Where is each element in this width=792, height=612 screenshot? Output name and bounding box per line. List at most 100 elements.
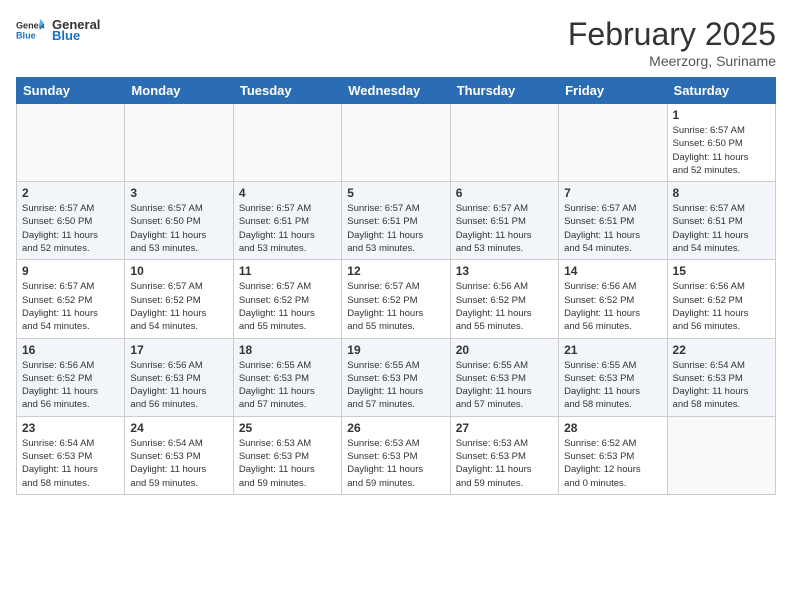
day-info: Sunrise: 6:55 AM Sunset: 6:53 PM Dayligh… xyxy=(347,359,444,412)
day-number: 25 xyxy=(239,421,336,435)
calendar-day-cell: 2 Sunrise: 6:57 AM Sunset: 6:50 PM Daylig… xyxy=(17,182,125,260)
calendar-day-cell: 5Sunrise: 6:57 AM Sunset: 6:51 PM Daylig… xyxy=(342,182,450,260)
calendar-day-cell xyxy=(559,104,667,182)
day-info: Sunrise: 6:54 AM Sunset: 6:53 PM Dayligh… xyxy=(22,437,119,490)
day-info: Sunrise: 6:57 AM Sunset: 6:52 PM Dayligh… xyxy=(22,280,119,333)
day-number: 18 xyxy=(239,343,336,357)
calendar-day-cell: 7 Sunrise: 6:57 AM Sunset: 6:51 PM Daylig… xyxy=(559,182,667,260)
col-sunday: Sunday xyxy=(17,78,125,104)
day-info: Sunrise: 6:52 AM Sunset: 6:53 PM Dayligh… xyxy=(564,437,661,490)
day-number: 14 xyxy=(564,264,661,278)
calendar-week-row: 1Sunrise: 6:57 AM Sunset: 6:50 PM Daylig… xyxy=(17,104,776,182)
col-tuesday: Tuesday xyxy=(233,78,341,104)
day-number: 21 xyxy=(564,343,661,357)
day-info: Sunrise: 6:57 AM Sunset: 6:51 PM Dayligh… xyxy=(564,202,661,255)
calendar-day-cell: 28 Sunrise: 6:52 AM Sunset: 6:53 PM Dayli… xyxy=(559,416,667,494)
month-title: February 2025 xyxy=(568,16,776,53)
calendar-day-cell: 12 Sunrise: 6:57 AM Sunset: 6:52 PM Dayli… xyxy=(342,260,450,338)
col-friday: Friday xyxy=(559,78,667,104)
day-info: Sunrise: 6:54 AM Sunset: 6:53 PM Dayligh… xyxy=(673,359,770,412)
day-number: 2 xyxy=(22,186,119,200)
calendar-day-cell: 21 Sunrise: 6:55 AM Sunset: 6:53 PM Dayli… xyxy=(559,338,667,416)
day-number: 27 xyxy=(456,421,553,435)
day-number: 11 xyxy=(239,264,336,278)
calendar-week-row: 16Sunrise: 6:56 AM Sunset: 6:52 PM Dayli… xyxy=(17,338,776,416)
calendar-day-cell: 20 Sunrise: 6:55 AM Sunset: 6:53 PM Dayli… xyxy=(450,338,558,416)
day-number: 9 xyxy=(22,264,119,278)
day-info: Sunrise: 6:53 AM Sunset: 6:53 PM Dayligh… xyxy=(347,437,444,490)
day-number: 13 xyxy=(456,264,553,278)
calendar-day-cell: 10 Sunrise: 6:57 AM Sunset: 6:52 PM Dayli… xyxy=(125,260,233,338)
calendar-day-cell: 6Sunrise: 6:57 AM Sunset: 6:51 PM Daylig… xyxy=(450,182,558,260)
calendar-week-row: 9 Sunrise: 6:57 AM Sunset: 6:52 PM Daylig… xyxy=(17,260,776,338)
col-monday: Monday xyxy=(125,78,233,104)
calendar-table: Sunday Monday Tuesday Wednesday Thursday… xyxy=(16,77,776,495)
day-number: 4 xyxy=(239,186,336,200)
day-number: 7 xyxy=(564,186,661,200)
day-number: 3 xyxy=(130,186,227,200)
calendar-day-cell: 3 Sunrise: 6:57 AM Sunset: 6:50 PM Daylig… xyxy=(125,182,233,260)
day-number: 8 xyxy=(673,186,770,200)
calendar-day-cell xyxy=(233,104,341,182)
day-number: 23 xyxy=(22,421,119,435)
day-number: 15 xyxy=(673,264,770,278)
day-info: Sunrise: 6:55 AM Sunset: 6:53 PM Dayligh… xyxy=(239,359,336,412)
calendar-day-cell: 17Sunrise: 6:56 AM Sunset: 6:53 PM Dayli… xyxy=(125,338,233,416)
calendar-day-cell: 19 Sunrise: 6:55 AM Sunset: 6:53 PM Dayli… xyxy=(342,338,450,416)
calendar-day-cell: 14Sunrise: 6:56 AM Sunset: 6:52 PM Dayli… xyxy=(559,260,667,338)
day-info: Sunrise: 6:57 AM Sunset: 6:51 PM Dayligh… xyxy=(673,202,770,255)
calendar-day-cell: 9 Sunrise: 6:57 AM Sunset: 6:52 PM Daylig… xyxy=(17,260,125,338)
logo: General Blue General Blue xyxy=(16,16,100,44)
day-info: Sunrise: 6:57 AM Sunset: 6:51 PM Dayligh… xyxy=(239,202,336,255)
calendar-day-cell: 16Sunrise: 6:56 AM Sunset: 6:52 PM Dayli… xyxy=(17,338,125,416)
day-info: Sunrise: 6:53 AM Sunset: 6:53 PM Dayligh… xyxy=(456,437,553,490)
day-info: Sunrise: 6:57 AM Sunset: 6:50 PM Dayligh… xyxy=(22,202,119,255)
day-number: 17 xyxy=(130,343,227,357)
calendar-day-cell: 25 Sunrise: 6:53 AM Sunset: 6:53 PM Dayli… xyxy=(233,416,341,494)
title-block: February 2025 Meerzorg, Suriname xyxy=(568,16,776,69)
day-info: Sunrise: 6:53 AM Sunset: 6:53 PM Dayligh… xyxy=(239,437,336,490)
day-info: Sunrise: 6:57 AM Sunset: 6:50 PM Dayligh… xyxy=(130,202,227,255)
day-info: Sunrise: 6:55 AM Sunset: 6:53 PM Dayligh… xyxy=(456,359,553,412)
day-info: Sunrise: 6:57 AM Sunset: 6:52 PM Dayligh… xyxy=(130,280,227,333)
day-number: 5 xyxy=(347,186,444,200)
col-thursday: Thursday xyxy=(450,78,558,104)
day-number: 22 xyxy=(673,343,770,357)
calendar-day-cell: 24 Sunrise: 6:54 AM Sunset: 6:53 PM Dayli… xyxy=(125,416,233,494)
day-number: 24 xyxy=(130,421,227,435)
col-saturday: Saturday xyxy=(667,78,775,104)
svg-text:Blue: Blue xyxy=(16,30,36,40)
logo-icon: General Blue xyxy=(16,16,44,44)
calendar-day-cell xyxy=(667,416,775,494)
calendar-week-row: 2 Sunrise: 6:57 AM Sunset: 6:50 PM Daylig… xyxy=(17,182,776,260)
day-info: Sunrise: 6:55 AM Sunset: 6:53 PM Dayligh… xyxy=(564,359,661,412)
day-number: 28 xyxy=(564,421,661,435)
calendar-day-cell: 13 Sunrise: 6:56 AM Sunset: 6:52 PM Dayli… xyxy=(450,260,558,338)
col-wednesday: Wednesday xyxy=(342,78,450,104)
day-info: Sunrise: 6:57 AM Sunset: 6:52 PM Dayligh… xyxy=(239,280,336,333)
day-info: Sunrise: 6:56 AM Sunset: 6:52 PM Dayligh… xyxy=(673,280,770,333)
calendar-day-cell: 8 Sunrise: 6:57 AM Sunset: 6:51 PM Daylig… xyxy=(667,182,775,260)
calendar-day-cell: 4 Sunrise: 6:57 AM Sunset: 6:51 PM Daylig… xyxy=(233,182,341,260)
day-number: 19 xyxy=(347,343,444,357)
location: Meerzorg, Suriname xyxy=(568,53,776,69)
calendar-day-cell xyxy=(17,104,125,182)
calendar-day-cell xyxy=(342,104,450,182)
calendar-day-cell: 26Sunrise: 6:53 AM Sunset: 6:53 PM Dayli… xyxy=(342,416,450,494)
day-number: 20 xyxy=(456,343,553,357)
day-info: Sunrise: 6:57 AM Sunset: 6:52 PM Dayligh… xyxy=(347,280,444,333)
calendar-day-cell: 11 Sunrise: 6:57 AM Sunset: 6:52 PM Dayli… xyxy=(233,260,341,338)
calendar-day-cell: 15 Sunrise: 6:56 AM Sunset: 6:52 PM Dayli… xyxy=(667,260,775,338)
day-info: Sunrise: 6:54 AM Sunset: 6:53 PM Dayligh… xyxy=(130,437,227,490)
day-number: 12 xyxy=(347,264,444,278)
calendar-day-cell xyxy=(450,104,558,182)
day-info: Sunrise: 6:57 AM Sunset: 6:50 PM Dayligh… xyxy=(673,124,770,177)
calendar-day-cell: 27 Sunrise: 6:53 AM Sunset: 6:53 PM Dayli… xyxy=(450,416,558,494)
page-header: General Blue General Blue February 2025 … xyxy=(16,16,776,69)
calendar-day-cell xyxy=(125,104,233,182)
calendar-day-cell: 18 Sunrise: 6:55 AM Sunset: 6:53 PM Dayli… xyxy=(233,338,341,416)
day-number: 10 xyxy=(130,264,227,278)
day-info: Sunrise: 6:57 AM Sunset: 6:51 PM Dayligh… xyxy=(456,202,553,255)
day-info: Sunrise: 6:56 AM Sunset: 6:52 PM Dayligh… xyxy=(22,359,119,412)
day-info: Sunrise: 6:56 AM Sunset: 6:52 PM Dayligh… xyxy=(456,280,553,333)
